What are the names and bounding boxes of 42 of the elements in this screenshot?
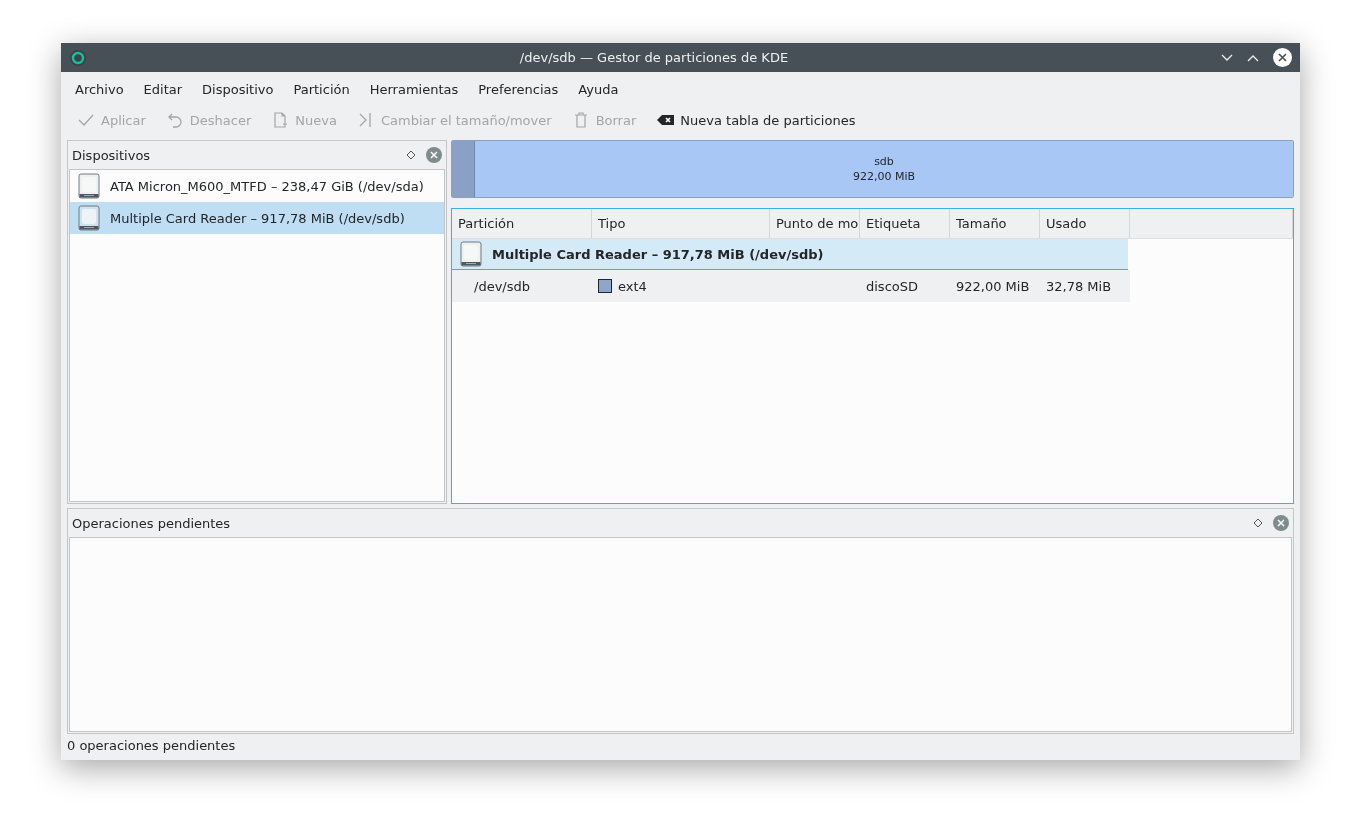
device-item[interactable]: ATA Micron_M600_MTFD – 238,47 GiB (/dev/sda) (70, 170, 444, 202)
table-cell-text: discoSD (865, 278, 919, 294)
menu-item[interactable]: Ayuda (568, 81, 629, 97)
close-icon[interactable] (426, 147, 442, 163)
device-row[interactable]: Multiple Card Reader – 917,78 MiB (/dev/sdb) (452, 239, 1128, 270)
float-icon[interactable] (406, 150, 416, 160)
status-text: 0 operaciones pendientes (66, 737, 237, 755)
device-item[interactable]: Multiple Card Reader – 917,78 MiB (/dev/sdb) (70, 202, 444, 234)
column-header[interactable]: Etiqueta (860, 209, 950, 238)
float-icon[interactable] (1253, 518, 1263, 528)
panel-title: Dispositivos (72, 147, 152, 163)
close-icon[interactable] (1273, 48, 1292, 67)
partition-segment[interactable]: sdb 922,00 MiB (475, 141, 1293, 197)
menu-item[interactable]: Herramientas (359, 81, 469, 97)
menu-item[interactable]: Editar (133, 81, 193, 97)
drive-icon (78, 205, 100, 231)
close-icon[interactable] (1273, 515, 1289, 531)
column-header[interactable]: Partición (452, 209, 592, 238)
menu-item[interactable]: Archivo (65, 81, 134, 97)
column-header[interactable]: Tipo (592, 209, 770, 238)
column-header[interactable]: Usado (1040, 209, 1130, 238)
maximize-icon[interactable] (1247, 53, 1259, 62)
menu-item[interactable]: Dispositivo (192, 81, 284, 97)
table-cell-text: 32,78 MiB (1045, 278, 1113, 294)
toolbar-button[interactable]: Nueva tabla de particiones (648, 107, 864, 133)
app-icon (69, 48, 87, 67)
minimize-icon[interactable] (1221, 53, 1233, 62)
segment-label: sdb (874, 154, 894, 169)
column-header[interactable]: Tamaño (950, 209, 1040, 238)
table-cell-text: /dev/sdb (473, 278, 531, 294)
menu-item[interactable]: Preferencias (468, 81, 569, 97)
table-cell-text: 922,00 MiB (955, 278, 1031, 294)
drive-icon (78, 173, 100, 199)
segment-size: 922,00 MiB (852, 169, 916, 184)
drive-icon (460, 241, 482, 267)
table-cell: ext4 (592, 278, 770, 294)
new-icon (271, 111, 290, 129)
partition-row[interactable]: /dev/sdb ext4 discoSD 922,00 MiB 32,78 MiB (452, 270, 1130, 302)
column-header[interactable]: Punto de mo (770, 209, 860, 238)
window-title: /dev/sdb — Gestor de particiones de KDE (518, 50, 790, 65)
menu-item[interactable]: Partición (283, 81, 360, 97)
panel-title: Operaciones pendientes (72, 515, 232, 531)
